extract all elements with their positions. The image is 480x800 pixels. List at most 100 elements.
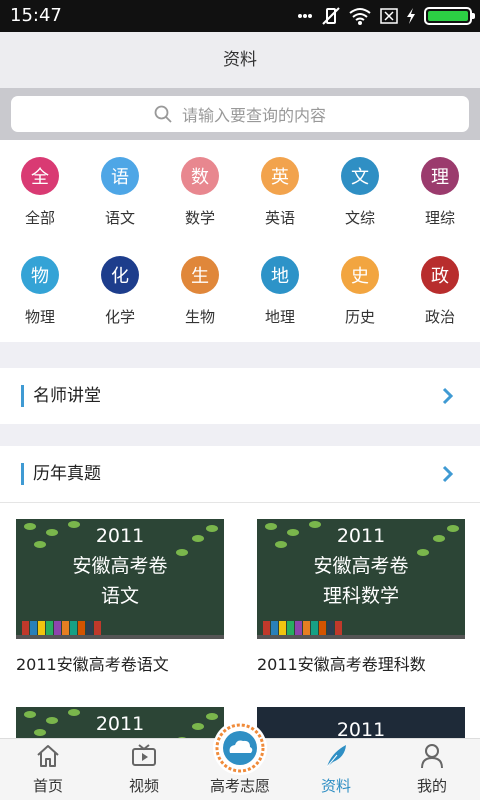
app: 15:47 资料 请输入要查询的内容 全全部语语文数数学英英语文文综理理综物物理…: [0, 0, 480, 800]
leaf-decoration: [275, 541, 287, 548]
paper-card[interactable]: 2011 安徽高考卷 理科数学 2011安徽高考卷理科数: [257, 519, 465, 675]
search-icon: [154, 105, 172, 123]
leaf-decoration: [417, 549, 429, 556]
category-grid: 全全部语语文数数学英英语文文综理理综物物理化化学生生物地地理史历史政政治: [0, 140, 480, 342]
category-politics[interactable]: 政政治: [400, 256, 480, 327]
tab-label: 资料: [320, 777, 351, 795]
feather-icon: [326, 745, 346, 768]
physics-icon: 物: [21, 256, 59, 294]
category-science[interactable]: 理理综: [400, 157, 480, 228]
category-label: 全部: [24, 209, 55, 227]
tab-video[interactable]: 视频: [96, 739, 192, 800]
english-icon: 英: [261, 157, 299, 195]
section-accent-bar: [21, 385, 24, 407]
search-input[interactable]: 请输入要查询的内容: [11, 96, 469, 132]
chevron-right-icon: [442, 465, 454, 483]
leaf-decoration: [34, 729, 46, 736]
page-title: 资料: [223, 50, 257, 70]
battery-icon: [424, 7, 475, 25]
chemistry-icon: 化: [101, 256, 139, 294]
geography-icon: 地: [261, 256, 299, 294]
leaf-decoration: [46, 529, 58, 536]
paper-card[interactable]: 2011: [16, 707, 224, 738]
category-chemistry[interactable]: 化化学: [80, 256, 160, 327]
category-math[interactable]: 数数学: [160, 157, 240, 228]
leaf-decoration: [24, 523, 36, 530]
paper-thumbnail: 2011: [257, 707, 465, 738]
category-label: 化学: [104, 308, 135, 326]
tab-bar: 首页 视频 高考志愿 资料 我的: [0, 721, 480, 800]
video-icon: [132, 744, 156, 766]
status-bar: 15:47: [0, 0, 480, 32]
category-all[interactable]: 全全部: [0, 157, 80, 228]
leaf-decoration: [206, 713, 218, 720]
college-choice-button[interactable]: [213, 721, 267, 775]
biology-icon: 生: [181, 256, 219, 294]
section-accent-bar: [21, 463, 24, 485]
category-chinese[interactable]: 语语文: [80, 157, 160, 228]
category-geography[interactable]: 地地理: [240, 256, 320, 327]
leaf-decoration: [24, 711, 36, 718]
status-time: 15:47: [10, 5, 62, 26]
more-dots-icon: [298, 14, 312, 18]
paper-thumbnail: 2011: [16, 707, 224, 738]
category-label: 政治: [424, 308, 455, 326]
category-label: 数学: [184, 209, 215, 227]
category-liberal-arts[interactable]: 文文综: [320, 157, 400, 228]
wifi-icon: [349, 8, 371, 25]
politics-icon: 政: [421, 256, 459, 294]
tab-label: 视频: [128, 777, 159, 795]
leaf-decoration: [176, 549, 188, 556]
leaf-decoration: [206, 525, 218, 532]
tab-home[interactable]: 首页: [0, 739, 96, 800]
home-icon: [37, 745, 59, 767]
paper-thumbnail: 2011 安徽高考卷 理科数学: [257, 519, 465, 639]
search-area: 请输入要查询的内容: [0, 88, 480, 140]
leaf-decoration: [265, 523, 277, 530]
leaf-decoration: [309, 521, 321, 528]
search-placeholder: 请输入要查询的内容: [181, 106, 326, 125]
category-label: 地理: [264, 308, 295, 326]
status-icons: [297, 6, 475, 26]
paper-list: 2011 安徽高考卷 语文 2011安徽高考卷语文 2011 安徽高考卷 理科数学 2011安…: [0, 502, 480, 738]
paper-thumbnail-text: 理科数学: [322, 585, 399, 607]
leaf-decoration: [447, 525, 459, 532]
liberal-arts-icon: 文: [341, 157, 379, 195]
tab-label: 首页: [32, 777, 63, 795]
paper-title: 2011安徽高考卷语文: [16, 655, 169, 674]
chinese-icon: 语: [101, 157, 139, 195]
leaf-decoration: [192, 723, 204, 730]
category-english[interactable]: 英英语: [240, 157, 320, 228]
category-history[interactable]: 史历史: [320, 256, 400, 327]
vibrate-icon: [322, 7, 340, 25]
paper-card[interactable]: 2011: [257, 707, 465, 738]
leaf-decoration: [433, 535, 445, 542]
leaf-decoration: [287, 529, 299, 536]
category-biology[interactable]: 生生物: [160, 256, 240, 327]
paper-thumbnail-text: 2011: [336, 719, 386, 738]
tab-label: 高考志愿: [209, 777, 270, 795]
science-icon: 理: [421, 157, 459, 195]
paper-thumbnail-text: 安徽高考卷: [72, 555, 168, 577]
leaf-decoration: [68, 521, 80, 528]
section-past-papers[interactable]: 历年真题: [0, 446, 480, 502]
math-icon: 数: [181, 157, 219, 195]
tab-profile[interactable]: 我的: [384, 739, 480, 800]
no-sim-icon: [380, 8, 398, 24]
category-label: 语文: [104, 209, 135, 227]
category-label: 物理: [24, 308, 55, 326]
profile-icon: [421, 744, 443, 769]
category-label: 文综: [344, 209, 375, 227]
tab-materials[interactable]: 资料: [288, 739, 384, 800]
leaf-decoration: [68, 709, 80, 716]
paper-thumbnail: 2011 安徽高考卷 语文: [16, 519, 224, 639]
leaf-decoration: [34, 541, 46, 548]
paper-title: 2011安徽高考卷理科数: [257, 655, 426, 674]
section-lecture[interactable]: 名师讲堂: [0, 368, 480, 424]
category-physics[interactable]: 物物理: [0, 256, 80, 327]
chevron-right-icon: [442, 387, 454, 405]
cloud-icon: [215, 723, 265, 773]
paper-card[interactable]: 2011 安徽高考卷 语文 2011安徽高考卷语文: [16, 519, 224, 675]
all-icon: 全: [21, 157, 59, 195]
charging-icon: [407, 8, 415, 24]
